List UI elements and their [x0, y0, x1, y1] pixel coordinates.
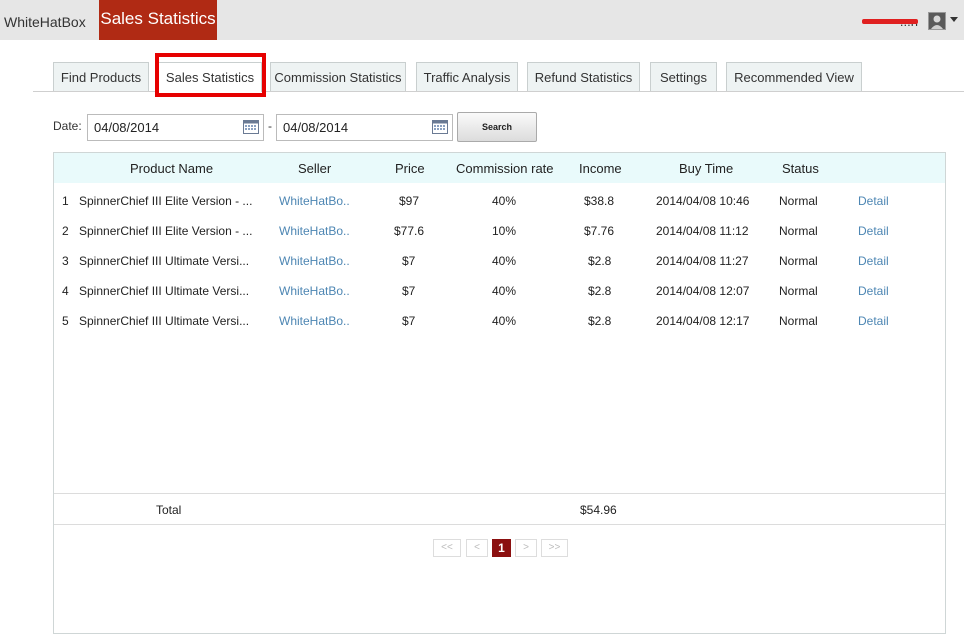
column-header-commission-rate: Commission rate	[456, 161, 554, 176]
commission-rate: 40%	[492, 284, 517, 298]
date-label: Date:	[53, 119, 82, 133]
start-date-field[interactable]: 04/08/2014	[87, 114, 264, 141]
current-page-button[interactable]: 1	[492, 539, 511, 557]
commission-rate: 40%	[492, 254, 517, 268]
end-date-field[interactable]: 04/08/2014	[276, 114, 453, 141]
column-header-seller: Seller	[298, 161, 332, 176]
commission-rate: 10%	[492, 224, 517, 238]
price: $7	[402, 314, 416, 328]
seller-link[interactable]: WhiteHatBo..	[279, 314, 350, 328]
divider	[54, 493, 945, 494]
buy-time: 2014/04/08 10:46	[656, 194, 750, 208]
active-app-title[interactable]: Sales Statistics	[99, 0, 217, 40]
buy-time: 2014/04/08 12:17	[656, 314, 750, 328]
column-header-status: Status	[782, 161, 819, 176]
income: $2.8	[588, 284, 612, 298]
detail-link[interactable]: Detail	[858, 314, 889, 328]
seller-link[interactable]: WhiteHatBo..	[279, 224, 350, 238]
date-separator: -	[268, 119, 272, 133]
user-avatar-icon	[929, 13, 945, 29]
row-index: 2	[62, 224, 69, 238]
product-name: SpinnerChief III Ultimate Versi...	[79, 284, 250, 298]
table-row: 5 SpinnerChief III Ultimate Versi... Whi…	[54, 306, 945, 336]
seller-link[interactable]: WhiteHatBo..	[279, 254, 350, 268]
detail-link[interactable]: Detail	[858, 224, 889, 238]
sales-table-panel: Product Name Seller Price Commission rat…	[53, 152, 946, 634]
detail-link[interactable]: Detail	[858, 254, 889, 268]
price: $97	[399, 194, 420, 208]
brand-link[interactable]: WhiteHatBox	[4, 14, 86, 30]
table-row: 4 SpinnerChief III Ultimate Versi... Whi…	[54, 276, 945, 306]
tab-find-products[interactable]: Find Products	[53, 62, 149, 91]
status: Normal	[779, 284, 818, 298]
product-name: SpinnerChief III Ultimate Versi...	[79, 254, 250, 268]
commission-rate: 40%	[492, 314, 517, 328]
detail-link[interactable]: Detail	[858, 194, 889, 208]
tab-traffic-analysis[interactable]: Traffic Analysis	[416, 62, 518, 91]
row-index: 3	[62, 254, 69, 268]
buy-time: 2014/04/08 11:12	[656, 224, 749, 238]
detail-link[interactable]: Detail	[858, 284, 889, 298]
user-menu[interactable]: ...n	[844, 0, 964, 40]
avatar[interactable]	[928, 12, 946, 30]
last-page-button[interactable]: >>	[541, 539, 568, 557]
start-date-value: 04/08/2014	[94, 120, 160, 135]
column-header-price: Price	[395, 161, 425, 176]
table-row: 2 SpinnerChief III Elite Version - ... W…	[54, 216, 945, 246]
tab-refund-statistics[interactable]: Refund Statistics	[527, 62, 640, 91]
next-page-button[interactable]: >	[515, 539, 537, 557]
income: $2.8	[588, 314, 612, 328]
chevron-down-icon[interactable]	[950, 17, 958, 22]
total-label: Total	[156, 503, 182, 517]
column-header-buy-time: Buy Time	[679, 161, 734, 176]
top-bar: WhiteHatBox Sales Statistics ...n	[0, 0, 964, 40]
price: $77.6	[394, 224, 425, 238]
tab-settings[interactable]: Settings	[650, 62, 717, 91]
calendar-icon[interactable]	[432, 119, 448, 134]
status: Normal	[779, 254, 818, 268]
column-header-product-name: Product Name	[130, 161, 214, 176]
table-row: 3 SpinnerChief III Ultimate Versi... Whi…	[54, 246, 945, 276]
income: $7.76	[584, 224, 615, 238]
search-button[interactable]: Search	[457, 112, 537, 142]
redaction-mark	[862, 19, 918, 24]
income: $2.8	[588, 254, 612, 268]
prev-page-button[interactable]: <	[466, 539, 488, 557]
tab-commission-statistics[interactable]: Commission Statistics	[270, 62, 406, 91]
status: Normal	[779, 224, 818, 238]
commission-rate: 40%	[492, 194, 517, 208]
column-header-income: Income	[579, 161, 622, 176]
row-index: 5	[62, 314, 69, 328]
status: Normal	[779, 314, 818, 328]
buy-time: 2014/04/08 11:27	[656, 254, 749, 268]
table-header: Product Name Seller Price Commission rat…	[54, 153, 945, 183]
divider	[54, 524, 945, 525]
product-name: SpinnerChief III Elite Version - ...	[79, 224, 253, 238]
income: $38.8	[584, 194, 615, 208]
row-index: 1	[62, 194, 69, 208]
status: Normal	[779, 194, 818, 208]
product-name: SpinnerChief III Elite Version - ...	[79, 194, 253, 208]
tab-recommended-view[interactable]: Recommended View	[726, 62, 862, 91]
tab-sales-statistics[interactable]: Sales Statistics	[158, 62, 262, 92]
price: $7	[402, 254, 416, 268]
buy-time: 2014/04/08 12:07	[656, 284, 750, 298]
price: $7	[402, 284, 416, 298]
calendar-icon[interactable]	[243, 119, 259, 134]
table-row: 1 SpinnerChief III Elite Version - ... W…	[54, 186, 945, 216]
product-name: SpinnerChief III Ultimate Versi...	[79, 314, 250, 328]
first-page-button[interactable]: <<	[433, 539, 461, 557]
end-date-value: 04/08/2014	[283, 120, 349, 135]
total-income: $54.96	[580, 503, 617, 517]
row-index: 4	[62, 284, 69, 298]
seller-link[interactable]: WhiteHatBo..	[279, 194, 350, 208]
seller-link[interactable]: WhiteHatBo..	[279, 284, 350, 298]
